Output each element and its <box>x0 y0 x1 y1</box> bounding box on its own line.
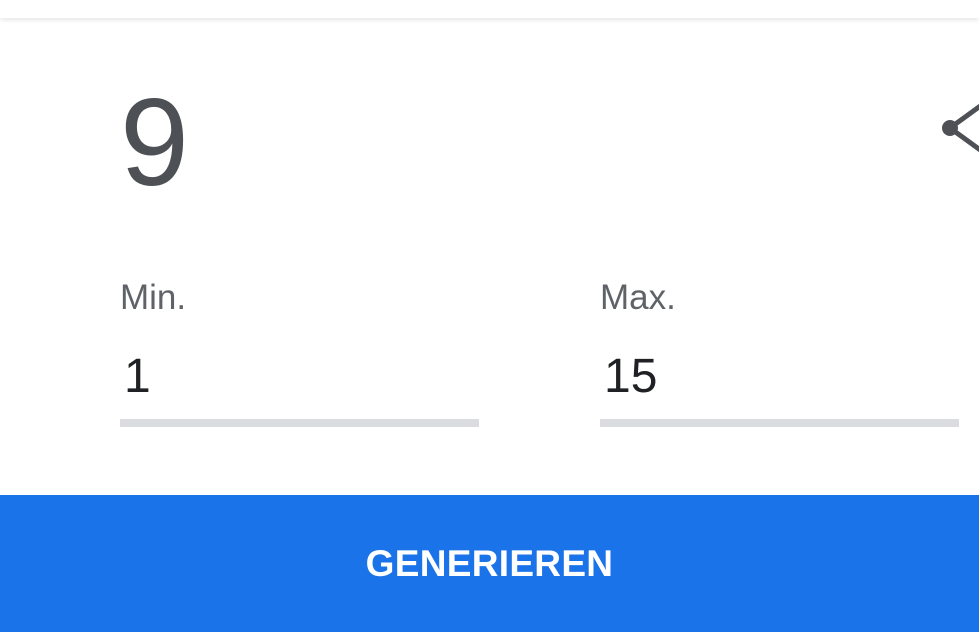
max-underline <box>600 419 959 427</box>
max-field: Max. <box>600 278 959 427</box>
random-number-generator: 9 Min. Max. GENERIEREN <box>0 0 979 632</box>
min-underline <box>120 419 479 427</box>
max-input[interactable] <box>600 348 959 404</box>
share-button[interactable] <box>938 98 979 158</box>
result-number: 9 <box>120 74 189 212</box>
min-input[interactable] <box>120 348 479 404</box>
max-label: Max. <box>600 278 676 317</box>
min-field: Min. <box>120 278 479 427</box>
min-label: Min. <box>120 278 187 317</box>
share-icon <box>942 103 979 153</box>
generate-button[interactable]: GENERIEREN <box>0 495 979 632</box>
top-divider <box>0 0 979 18</box>
